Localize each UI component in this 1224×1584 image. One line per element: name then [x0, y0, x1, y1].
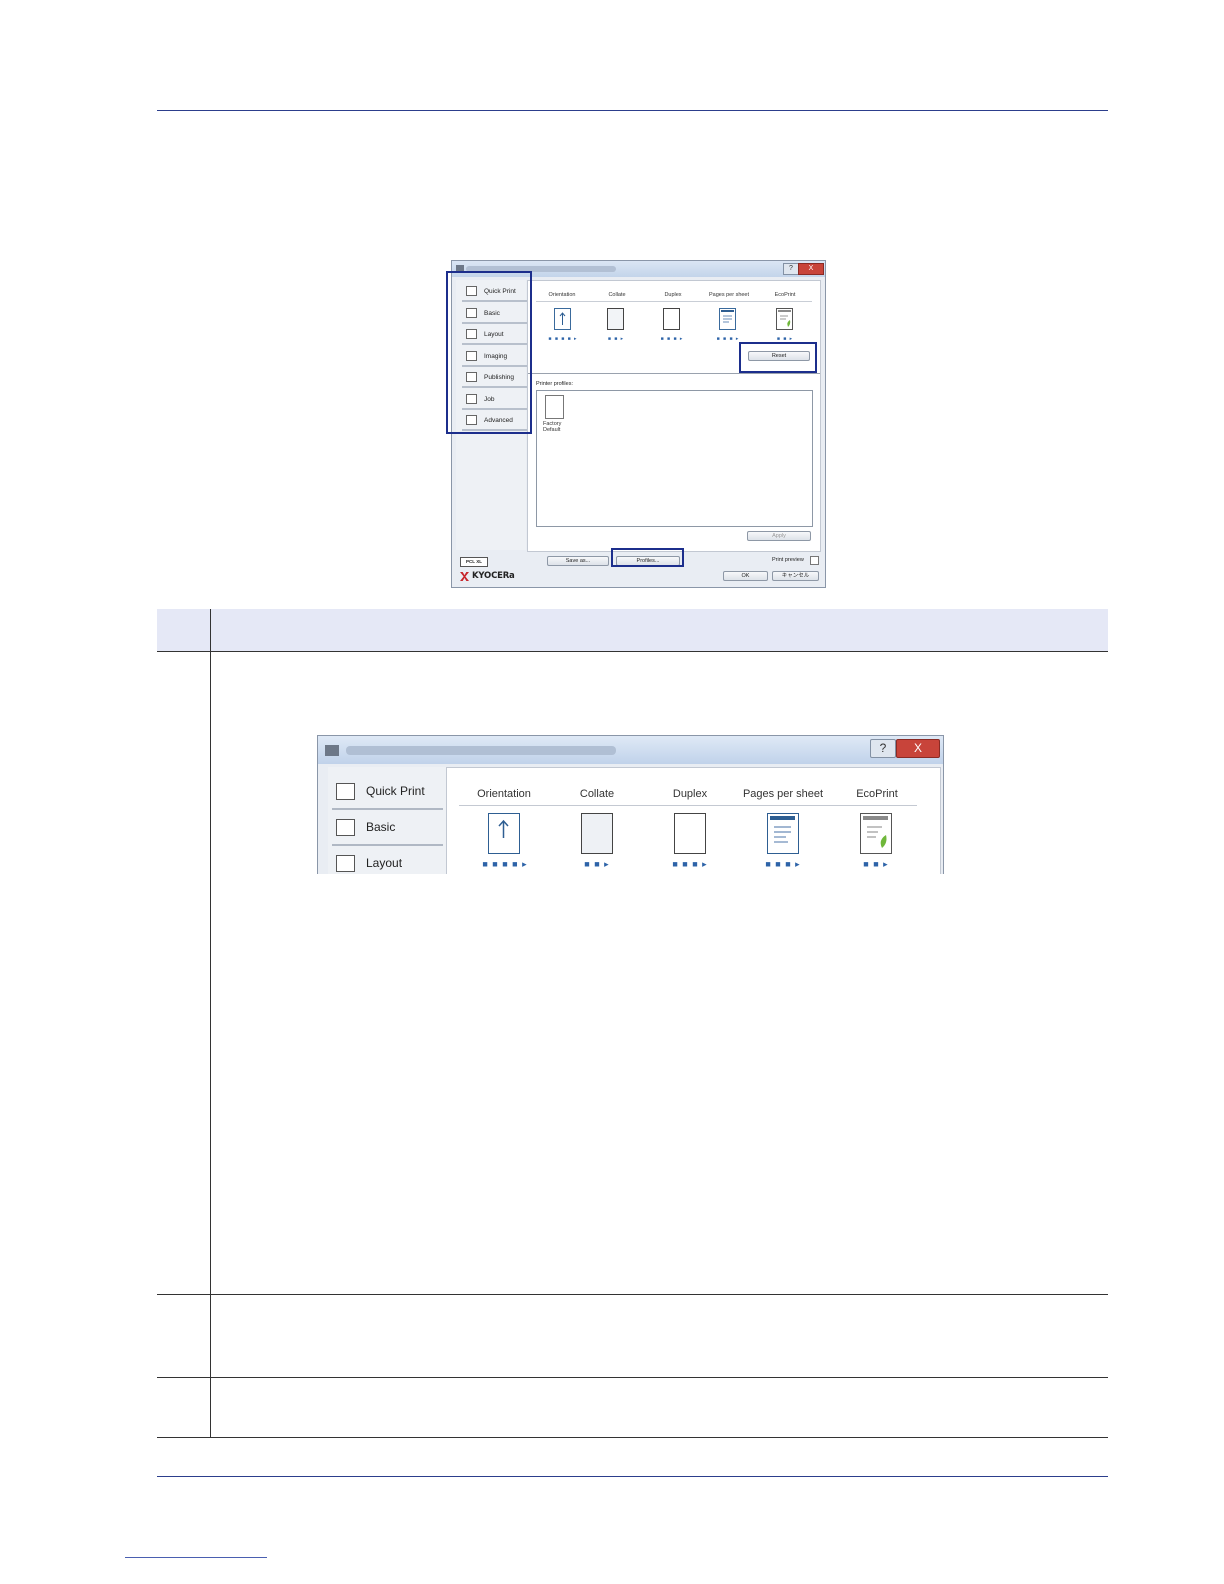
section-divider [528, 373, 820, 374]
close-button[interactable]: X [896, 739, 940, 758]
kyocera-logo-mark [460, 572, 469, 581]
tab-label: Basic [366, 820, 396, 834]
orientation-options-indicator: ■ ■ ■ ■ ▸ [482, 859, 528, 869]
ok-button[interactable]: OK [723, 571, 768, 581]
column-header-duplex: Duplex [664, 292, 682, 298]
apply-button[interactable]: Apply [747, 531, 811, 541]
quick-print-panel: Orientation Collate Duplex Pages per she… [527, 280, 821, 552]
orientation-portrait-icon[interactable] [554, 308, 571, 330]
ecoprint-icon[interactable] [776, 308, 793, 330]
layout-icon [336, 855, 355, 872]
printer-profiles-list[interactable]: Factory Default [536, 390, 813, 527]
highlight-profiles-button [611, 548, 684, 567]
print-preview-checkbox[interactable] [810, 556, 819, 565]
table-row-divider [157, 651, 1108, 652]
highlight-reset-button [739, 342, 817, 373]
column-header-pages-per-sheet: Pages per sheet [742, 788, 824, 800]
orientation-portrait-icon[interactable] [488, 813, 520, 854]
header-divider [536, 301, 812, 302]
tab-basic[interactable]: Basic [332, 810, 443, 846]
column-header-ecoprint: EcoPrint [774, 292, 796, 298]
duplex-icon[interactable] [674, 813, 706, 854]
orientation-options-indicator: ■ ■ ■ ■ ▸ [548, 336, 578, 342]
column-header-duplex: Duplex [672, 788, 708, 800]
basic-icon [336, 819, 355, 836]
column-header-orientation: Orientation [477, 788, 531, 800]
ecoprint-options-indicator: ■ ■ ▸ [863, 859, 889, 869]
kyocera-logo: KYOCERa [460, 571, 515, 582]
quick-print-icon [336, 783, 355, 800]
tab-quick-print[interactable]: Quick Print [332, 774, 443, 810]
zoomed-quick-print-panel: Orientation Collate Duplex Pages per she… [446, 767, 941, 874]
column-header-collate: Collate [608, 292, 626, 298]
duplex-options-indicator: ■ ■ ■ ▸ [660, 336, 684, 342]
collate-options-indicator: ■ ■ ▸ [607, 336, 625, 342]
header-divider [459, 805, 917, 806]
tab-label: Quick Print [366, 784, 425, 798]
table-header-row [157, 609, 1108, 651]
column-header-collate: Collate [579, 788, 615, 800]
header-rule [157, 110, 1108, 111]
ecoprint-icon[interactable] [860, 813, 892, 854]
table-column-divider [210, 609, 211, 1437]
pages-per-sheet-icon[interactable] [767, 813, 799, 854]
duplex-icon[interactable] [663, 308, 680, 330]
collate-icon[interactable] [607, 308, 624, 330]
column-header-pages-per-sheet: Pages per sheet [708, 292, 750, 298]
zoomed-title-bar: ? X [318, 736, 943, 764]
profile-factory-default[interactable]: Factory Default [543, 421, 573, 433]
help-button[interactable]: ? [870, 739, 896, 758]
tab-label: Layout [366, 856, 403, 870]
pdl-badge: PCL XL [460, 557, 488, 567]
tab-layout[interactable]: Layout [332, 846, 443, 874]
brand-name: KYOCERa [472, 571, 515, 581]
collate-options-indicator: ■ ■ ▸ [584, 859, 610, 869]
table-row-divider [157, 1294, 1108, 1295]
footer-rule [157, 1476, 1108, 1477]
printer-icon [325, 745, 339, 756]
column-header-orientation: Orientation [548, 292, 576, 298]
table-row-divider [157, 1377, 1108, 1378]
print-preview-label: Print preview [772, 557, 804, 563]
pages-per-sheet-icon[interactable] [719, 308, 736, 330]
highlight-tab-sidebar [446, 271, 532, 434]
column-header-ecoprint: EcoPrint [856, 788, 898, 800]
collate-icon[interactable] [581, 813, 613, 854]
table-row-divider [157, 1437, 1108, 1438]
profile-page-icon[interactable] [545, 395, 564, 419]
help-button[interactable]: ? [783, 263, 799, 275]
duplex-options-indicator: ■ ■ ■ ▸ [672, 859, 708, 869]
blurred-window-title [346, 746, 616, 755]
printer-profiles-label: Printer profiles: [536, 381, 573, 387]
close-button[interactable]: X [798, 263, 824, 275]
footer-link-underline[interactable] [125, 1557, 267, 1558]
zoomed-dialog-excerpt: ? X Quick Print Basic Layout Orientation… [317, 735, 944, 874]
cancel-button[interactable]: キャンセル [772, 571, 819, 581]
pages-per-sheet-options-indicator: ■ ■ ■ ▸ [765, 859, 801, 869]
save-as-button[interactable]: Save as... [547, 556, 609, 566]
